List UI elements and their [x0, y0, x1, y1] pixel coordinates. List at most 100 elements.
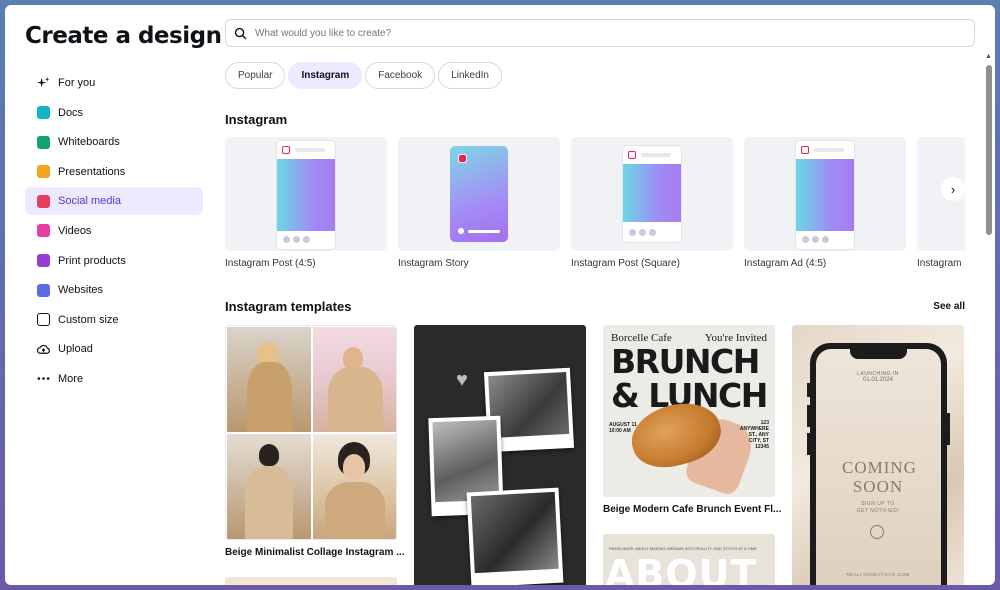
- see-all-link[interactable]: See all: [933, 301, 965, 312]
- sidebar-item-more[interactable]: More: [25, 365, 203, 393]
- templates-header: Instagram templates See all: [225, 299, 965, 314]
- website-icon: [37, 283, 50, 297]
- format-card[interactable]: Instagram Story: [398, 137, 560, 269]
- sidebar-item-label: Websites: [58, 284, 104, 297]
- chip-facebook[interactable]: Facebook: [365, 62, 436, 89]
- sidebar-item-upload[interactable]: Upload: [25, 335, 203, 363]
- sidebar-item-social-media[interactable]: Social media: [25, 187, 203, 216]
- template-brunch[interactable]: Borcelle Cafe You're Invited BRUNCH & LU…: [603, 325, 775, 497]
- search-icon: [234, 27, 247, 39]
- sidebar-item-label: Print products: [58, 254, 126, 267]
- template-polaroid[interactable]: ♥: [414, 325, 586, 585]
- sidebar-item-docs[interactable]: Docs: [25, 99, 203, 127]
- create-design-modal: Create a design For you Docs Whiteboards…: [5, 5, 995, 585]
- photo: [313, 327, 396, 432]
- instagram-icon: [458, 154, 467, 163]
- signup-line: GET NOTIFIED!: [856, 508, 900, 514]
- event-date: AUGUST 11 10:00 AM: [609, 422, 637, 434]
- chip-instagram[interactable]: Instagram: [288, 62, 363, 89]
- sidebar-item-label: Custom size: [58, 313, 119, 326]
- sidebar: Create a design For you Docs Whiteboards…: [5, 5, 222, 585]
- photo: [227, 327, 311, 432]
- photo: [432, 419, 500, 503]
- chevron-down-icon: [870, 525, 884, 539]
- story-mockup: [450, 146, 508, 242]
- site-url: REALLYGREATSITE.COM: [846, 572, 910, 577]
- chip-popular[interactable]: Popular: [225, 62, 286, 89]
- page-title: Create a design: [25, 23, 222, 49]
- template-caption: Beige Minimalist Collage Instagram ...: [225, 547, 405, 558]
- presentation-icon: [37, 165, 50, 179]
- template-partial[interactable]: [225, 577, 397, 585]
- sidebar-item-for-you[interactable]: For you: [25, 69, 203, 97]
- format-card[interactable]: Instagram Post (Square): [571, 137, 733, 269]
- upload-icon: [36, 343, 50, 356]
- coming-soon-title: COMING SOON: [842, 458, 917, 496]
- sidebar-item-videos[interactable]: Videos: [25, 217, 203, 245]
- brunch-headline: BRUNCH & LUNCH: [611, 342, 768, 415]
- crop-icon: [37, 313, 50, 327]
- signup-line: SIGN UP TO: [861, 501, 895, 507]
- address-line: 12345: [755, 444, 769, 450]
- story-line: [468, 230, 500, 233]
- search-bar[interactable]: [225, 19, 975, 47]
- gradient-image: [623, 164, 681, 222]
- search-input[interactable]: [255, 27, 855, 39]
- device-button: [807, 405, 810, 427]
- sidebar-item-print-products[interactable]: Print products: [25, 247, 203, 275]
- format-card[interactable]: Instagram: [917, 137, 965, 269]
- template-coming-soon[interactable]: LAUNCHING IN 01.01.2024 COMING SOON SIGN…: [792, 325, 964, 585]
- format-thumbnail: [225, 137, 387, 251]
- templates-section-title: Instagram templates: [225, 299, 352, 314]
- figure-body: [247, 362, 292, 432]
- device-button: [807, 383, 810, 397]
- format-card[interactable]: Instagram Ad (4:5): [744, 137, 906, 269]
- instagram-icon: [628, 151, 636, 159]
- time-text: 10:00 AM: [609, 428, 631, 434]
- instagram-icon: [282, 146, 290, 154]
- format-thumbnail: [744, 137, 906, 251]
- figure-head: [259, 444, 279, 466]
- sidebar-item-label: Docs: [58, 106, 84, 119]
- format-label: Instagram Story: [398, 258, 469, 269]
- figure-body: [328, 367, 383, 432]
- sidebar-item-label: More: [58, 372, 84, 385]
- whiteboard-icon: [37, 135, 50, 149]
- sidebar-item-label: Presentations: [58, 165, 126, 178]
- carousel-next-button[interactable]: ›: [941, 177, 965, 201]
- main-content: Popular Instagram Facebook LinkedIn Inst…: [215, 5, 995, 585]
- format-card[interactable]: Instagram Post (4:5): [225, 137, 387, 269]
- phone-mockup: [623, 146, 681, 242]
- format-thumbnail: [571, 137, 733, 251]
- sidebar-item-label: For you: [58, 77, 96, 89]
- sidebar-item-whiteboards[interactable]: Whiteboards: [25, 128, 203, 156]
- footer-dots: [283, 236, 310, 243]
- scroll-up-icon[interactable]: ▲: [985, 53, 993, 61]
- phone-mockup: [796, 141, 854, 249]
- footer-dots: [802, 236, 829, 243]
- template-about-me[interactable]: PASSIONATE ABOUT MAKING DREAMS INTO REAL…: [603, 534, 775, 585]
- template-collage[interactable]: [225, 325, 397, 540]
- sidebar-item-custom-size[interactable]: Custom size: [25, 306, 203, 334]
- sidebar-item-label: Social media: [58, 195, 121, 208]
- figure-face: [343, 454, 365, 480]
- formats-section-title: Instagram: [225, 112, 288, 127]
- templates-grid: Beige Minimalist Collage Instagram ... ♥…: [225, 325, 995, 585]
- format-label: Instagram: [917, 258, 962, 269]
- format-carousel: Instagram Post (4:5) Instagram Story Ins…: [225, 137, 965, 269]
- chip-linkedin[interactable]: LinkedIn: [438, 62, 502, 89]
- device-button: [947, 413, 950, 445]
- video-icon: [37, 224, 50, 238]
- scrollbar[interactable]: [986, 65, 992, 235]
- aboutme-headline: ABOUT ME: [605, 552, 775, 585]
- format-label: Instagram Post (Square): [571, 258, 680, 269]
- launch-date: 01.01.2024: [862, 377, 894, 383]
- photo: [470, 491, 559, 574]
- sidebar-item-label: Upload: [58, 343, 93, 356]
- header-line: [641, 153, 671, 157]
- gradient-image: [796, 159, 854, 231]
- sidebar-item-label: Videos: [58, 224, 92, 237]
- sidebar-item-presentations[interactable]: Presentations: [25, 158, 203, 186]
- docs-icon: [37, 106, 50, 120]
- sidebar-item-websites[interactable]: Websites: [25, 276, 203, 304]
